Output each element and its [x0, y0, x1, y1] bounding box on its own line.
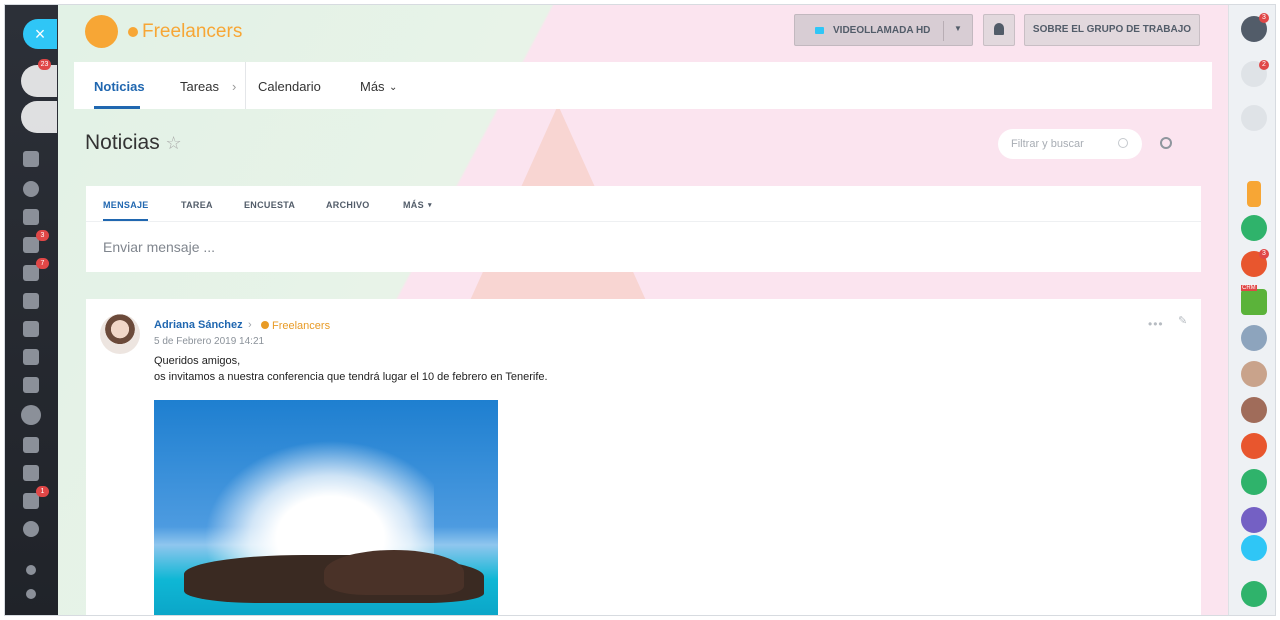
post-composer: MENSAJE TAREA ENCUESTA ARCHIVO MÁS ▾ Env… [86, 186, 1201, 272]
task-icon[interactable] [1241, 397, 1267, 423]
post-group[interactable]: Freelancers [261, 320, 330, 332]
users-icon[interactable] [1241, 469, 1267, 495]
about-group-button[interactable]: SOBRE EL GRUPO DE TRABAJO [1024, 14, 1200, 46]
cart-icon[interactable] [23, 151, 39, 167]
post-author[interactable]: Adriana Sánchez [154, 319, 243, 331]
phone-transfer-icon[interactable] [1241, 535, 1267, 561]
right-sidebar: 3 2 3 CRM [1228, 5, 1275, 615]
crm-label: CRM [1241, 285, 1257, 291]
sidebar-badge: 23 [38, 59, 51, 70]
drive-icon[interactable] [23, 349, 39, 365]
post-group-text: Freelancers [272, 320, 331, 332]
tab-news[interactable]: Noticias [94, 79, 145, 94]
composer-divider [86, 221, 1201, 222]
group-title-text: Freelancers [142, 21, 243, 42]
tab-more[interactable]: Más [360, 79, 385, 94]
crm-icon[interactable] [1241, 289, 1267, 315]
sidebar-item-link[interactable] [21, 101, 57, 133]
composer-tab-more[interactable]: MÁS [403, 200, 424, 210]
video-call-label: VIDEOLLAMADA HD [833, 25, 931, 36]
group-logo [85, 15, 118, 48]
camera-icon [815, 27, 824, 34]
tasks-icon[interactable] [23, 265, 39, 281]
search-icon[interactable] [1118, 138, 1128, 148]
chat-badge: 3 [36, 230, 49, 241]
group-title[interactable]: Freelancers [128, 21, 242, 43]
avatar[interactable] [1241, 361, 1267, 387]
left-sidebar: × 23 3 7 1 [5, 5, 58, 615]
app-window: × 23 3 7 1 Freelancers VIDEOLLAMADA HD ▼… [4, 4, 1276, 616]
composer-tab-file[interactable]: ARCHIVO [326, 200, 370, 210]
chevron-down-icon[interactable]: ▾ [428, 201, 432, 209]
chat-icon[interactable] [23, 237, 39, 253]
pin-icon[interactable]: ✎ [1178, 314, 1187, 327]
post-date[interactable]: 5 de Febrero 2019 14:21 [154, 336, 264, 347]
calendar-icon[interactable] [1241, 507, 1267, 533]
group-icon [261, 321, 269, 329]
group-tabs: Noticias Tareas › Calendario Más ⌄ [74, 62, 1212, 109]
documents-icon[interactable] [23, 321, 39, 337]
group-icon [128, 26, 138, 37]
tab-tasks[interactable]: Tareas [180, 79, 219, 94]
more-options-icon[interactable]: ••• [1148, 317, 1164, 331]
post-text-line: os invitamos a nuestra conferencia que t… [154, 371, 548, 383]
chevron-right-icon: › [232, 79, 237, 94]
tab-calendar[interactable]: Calendario [258, 79, 321, 94]
search-placeholder: Filtrar y buscar [1011, 138, 1084, 150]
chevron-right-icon: › [248, 319, 252, 331]
chat-icon[interactable] [1241, 105, 1267, 131]
help-badge: 3 [1259, 13, 1269, 23]
automation-badge: 1 [36, 486, 49, 497]
groups-icon[interactable] [21, 405, 41, 425]
video-call-button[interactable]: VIDEOLLAMADA HD ▼ [794, 14, 973, 46]
post-image[interactable] [154, 400, 498, 615]
post-text-line: Queridos amigos, [154, 355, 241, 367]
composer-tab-poll[interactable]: ENCUESTA [244, 200, 295, 210]
close-menu-button[interactable]: × [23, 19, 57, 49]
avatar[interactable] [100, 314, 140, 354]
main-area: Freelancers VIDEOLLAMADA HD ▼ SOBRE EL G… [58, 5, 1228, 615]
chevron-down-icon[interactable]: ▼ [954, 24, 962, 33]
group-badge: 3 [1259, 249, 1269, 259]
button-divider [943, 21, 944, 41]
notify-button[interactable] [983, 14, 1015, 46]
page-title-text: Noticias [85, 131, 160, 154]
dollar-icon[interactable] [1247, 181, 1261, 207]
chevron-down-icon[interactable]: ⌄ [389, 82, 397, 93]
star-icon[interactable]: ☆ [166, 133, 182, 153]
sidebar-item-sites[interactable] [23, 181, 39, 197]
more-icon[interactable] [23, 521, 39, 537]
settings-icon[interactable] [26, 589, 36, 599]
page-title: Noticias ☆ [85, 131, 182, 155]
apps-icon[interactable] [23, 465, 39, 481]
automation-icon[interactable] [23, 493, 39, 509]
sidebar-item-open[interactable] [21, 65, 57, 97]
bell-icon [994, 23, 1004, 35]
notifications-badge: 2 [1259, 60, 1269, 70]
structure-icon[interactable] [26, 565, 36, 575]
avatar[interactable] [1241, 325, 1267, 351]
call-icon[interactable] [1241, 581, 1267, 607]
calendar-icon[interactable] [23, 293, 39, 309]
composer-tab-task[interactable]: TAREA [181, 200, 213, 210]
post-text: Queridos amigos, os invitamos a nuestra … [154, 353, 548, 385]
composer-tab-message[interactable]: MENSAJE [103, 200, 149, 210]
contacts-icon[interactable] [23, 437, 39, 453]
user-icon[interactable] [1241, 433, 1267, 459]
active-tab-indicator [94, 106, 140, 109]
lock-icon[interactable] [1241, 215, 1267, 241]
tab-divider [245, 62, 246, 109]
gear-icon[interactable] [1160, 137, 1172, 149]
feed-post: Adriana Sánchez › Freelancers 5 de Febre… [86, 299, 1201, 615]
search-icon[interactable] [1241, 143, 1267, 169]
message-input[interactable]: Enviar mensaje ... [103, 239, 215, 255]
sidebar-item-feed[interactable] [23, 209, 39, 225]
search-input[interactable]: Filtrar y buscar [998, 129, 1142, 159]
image-rock [324, 550, 464, 595]
mail-icon[interactable] [23, 377, 39, 393]
tasks-badge: 7 [36, 258, 49, 269]
